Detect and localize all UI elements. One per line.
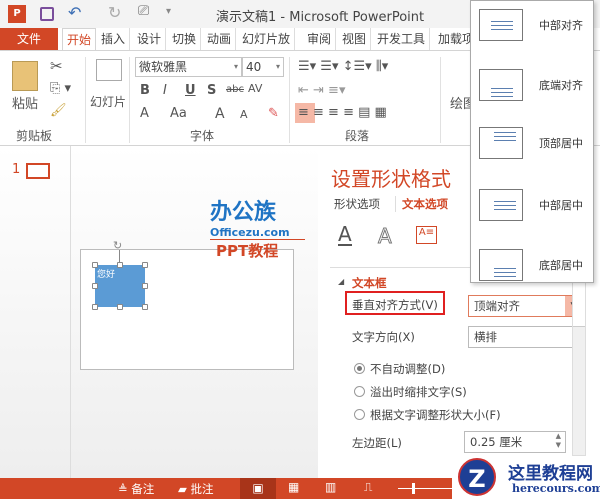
left-margin-spinner[interactable]: 0.25 厘米 ▲ ▼ (464, 431, 566, 453)
change-case-button[interactable]: Aa (170, 106, 187, 121)
group-label-font: 字体 (190, 129, 215, 143)
comments-label: 批注 (190, 482, 214, 496)
radio-resize-shape[interactable] (354, 409, 365, 420)
char-spacing-button[interactable]: AV (248, 82, 262, 95)
watermark-name: 这里教程网 (508, 464, 593, 484)
paste-button[interactable]: 粘贴 (12, 93, 38, 112)
shadow-button[interactable]: S (207, 83, 216, 98)
thumbnail-pane: 1 (0, 146, 70, 478)
valign-dropdown-menu: 中部对齐 底端对齐 顶部居中 中部居中 底部居中 (470, 0, 594, 283)
direction-value: 横排 (474, 330, 497, 344)
comments-button[interactable]: ▰ 批注 (178, 481, 214, 497)
font-size-select[interactable]: 40 ▾ (242, 57, 284, 77)
align-icons[interactable]: ≡ ≡ ≡ ≡ ▤ ▦ (298, 105, 387, 120)
pane-title: 设置形状格式 (331, 167, 451, 191)
notes-button[interactable]: ≜ 备注 (118, 481, 154, 497)
group-label-clipboard: 剪贴板 (16, 129, 53, 143)
option-bottom-centered[interactable]: 底部居中 (471, 237, 593, 295)
text-effects-icon[interactable]: A (378, 224, 393, 249)
logo-watermark: 办公族 Officezu.com PPT教程 (210, 200, 305, 261)
font-color-button[interactable]: A (140, 106, 149, 121)
left-margin-value: 0.25 厘米 (470, 435, 523, 449)
cut-icon[interactable]: ✂ (50, 57, 63, 75)
tab-slideshow[interactable]: 幻灯片放 (238, 28, 296, 50)
radio-shrink-on-overflow[interactable] (354, 386, 365, 397)
tab-developer[interactable]: 开发工具 (373, 28, 431, 50)
rotate-handle-icon[interactable]: ↻ (113, 239, 122, 252)
font-size-value: 40 (246, 60, 262, 74)
radio-resize-label: 根据文字调整形状大小(F) (370, 408, 501, 422)
option-bottom[interactable]: 底端对齐 (471, 57, 593, 115)
clear-format-icon[interactable]: ✎ (268, 106, 279, 121)
direction-label: 文字方向(X) (352, 330, 415, 344)
shape-text: 您好 (97, 270, 116, 280)
option-middle[interactable]: 中部对齐 (471, 0, 593, 55)
strikethrough-button[interactable]: abc (226, 84, 244, 95)
bold-button[interactable]: B (140, 83, 150, 98)
collapse-icon[interactable]: ◢ (338, 277, 344, 286)
tab-transitions[interactable]: 切换 (168, 28, 202, 50)
tab-insert[interactable]: 插入 (97, 28, 131, 50)
slideshow-icon[interactable]: ⎚ (138, 3, 149, 19)
bullets-icon[interactable]: ☰▾ ☰▾ ↕☰▾ ⫼▾ (298, 59, 388, 74)
group-label-paragraph: 段落 (345, 129, 370, 143)
shrink-font-button[interactable]: A (240, 108, 248, 121)
indent-icon[interactable]: ⇤ ⇥ ≡▾ (298, 83, 345, 98)
watermark-logo-icon: Z (458, 458, 496, 496)
font-name-select[interactable]: 微软雅黑 ▾ (135, 57, 242, 77)
save-icon[interactable] (40, 7, 54, 21)
normal-view-button[interactable]: ▣ (240, 478, 276, 499)
logo-url: Officezu.com (210, 226, 305, 240)
option-middle-centered[interactable]: 中部居中 (471, 177, 593, 235)
italic-button[interactable]: I (163, 83, 167, 98)
tab-review[interactable]: 审阅 (303, 28, 337, 50)
zoom-slider[interactable] (398, 483, 453, 494)
paste-icon[interactable] (12, 61, 38, 91)
font-name-value: 微软雅黑 (139, 60, 188, 74)
radio-no-autofit-label: 不自动调整(D) (370, 362, 446, 376)
tab-file[interactable]: 文件 (0, 28, 58, 50)
section-textbox[interactable]: 文本框 (352, 275, 387, 291)
window-title: 演示文稿1 - Microsoft PowerPoint (216, 10, 425, 25)
grow-font-button[interactable]: A (215, 106, 225, 122)
tab-home[interactable]: 开始 (62, 28, 97, 50)
slide-thumbnail[interactable] (26, 163, 50, 179)
valign-label: 垂直对齐方式(V) (352, 298, 438, 312)
direction-select[interactable]: 横排▼ (468, 326, 584, 348)
slideshow-view-icon[interactable]: ⎍ (364, 480, 372, 495)
textbox-icon[interactable]: A≡ (416, 226, 437, 244)
underline-button[interactable]: U (185, 83, 196, 98)
notes-label: 备注 (131, 482, 155, 496)
logo-sub: PPT教程 (216, 242, 279, 260)
text-fill-icon[interactable]: A (338, 224, 352, 246)
selected-shape[interactable]: 您好 (95, 265, 145, 307)
valign-select[interactable]: 顶端对齐▼ (468, 295, 584, 317)
copy-icon[interactable]: ⎘ ▾ (50, 81, 71, 96)
slide-number: 1 (12, 162, 21, 177)
reading-view-icon[interactable]: ▥ (325, 480, 336, 494)
format-painter-icon[interactable]: 🖌 (50, 103, 67, 118)
radio-shrink-label: 溢出时缩排文字(S) (370, 385, 467, 399)
option-top-centered[interactable]: 顶部居中 (471, 115, 593, 173)
tab-view[interactable]: 视图 (338, 28, 372, 50)
tab-text-options[interactable]: 文本选项 (402, 196, 448, 212)
logo-text: 办公族 (210, 200, 277, 225)
tab-shape-options[interactable]: 形状选项 (334, 196, 380, 212)
tab-animations[interactable]: 动画 (203, 28, 237, 50)
redo-icon[interactable]: ↻ (108, 3, 121, 22)
undo-icon[interactable]: ↶ (68, 3, 81, 22)
watermark: Z 这里教程网 herecours.com (452, 456, 600, 499)
left-margin-label: 左边距(L) (352, 436, 402, 450)
new-slide-icon[interactable] (96, 59, 122, 81)
radio-no-autofit[interactable] (354, 363, 365, 374)
powerpoint-logo-icon: P (8, 5, 26, 23)
tab-design[interactable]: 设计 (133, 28, 167, 50)
new-slide-button[interactable]: 幻灯片 (90, 93, 126, 110)
qat-customize-icon[interactable]: ▾ (166, 6, 171, 17)
valign-value: 顶端对齐 (474, 299, 520, 313)
slide-sorter-icon[interactable]: ▦ (288, 480, 299, 494)
watermark-url: herecours.com (512, 482, 600, 495)
